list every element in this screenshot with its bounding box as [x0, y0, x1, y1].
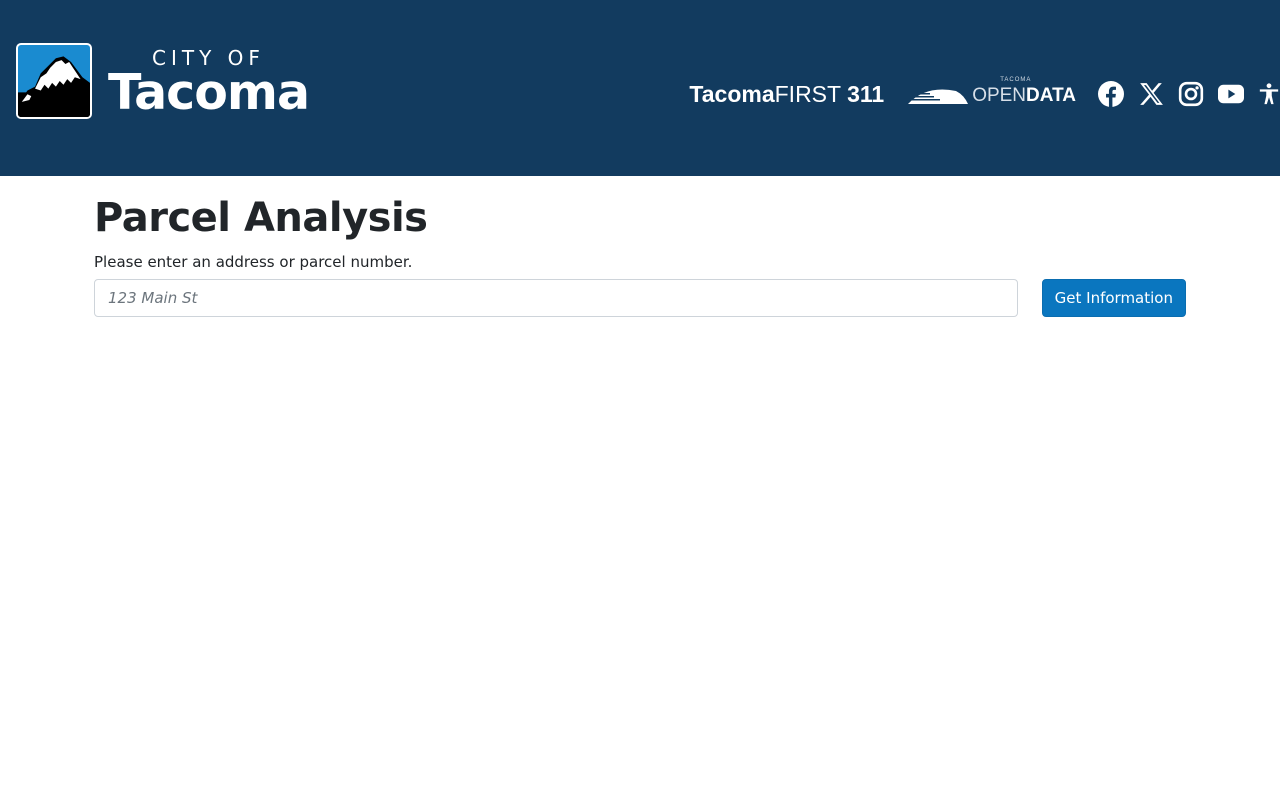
site-header: CITY OF Tacoma Tacoma FIRST 311 TACOMA OPE…: [0, 0, 1280, 176]
tacoma-first-311-link[interactable]: Tacoma FIRST 311: [689, 81, 884, 108]
open-data-wordmark: TACOMA OPENDATA: [972, 77, 1076, 107]
open-data-data: DATA: [1026, 85, 1076, 106]
search-instructions: Please enter an address or parcel number…: [94, 253, 413, 271]
accessibility-link[interactable]: [1258, 81, 1280, 107]
social-links: [1098, 81, 1280, 107]
tacoma-open-data-link[interactable]: TACOMA OPENDATA: [906, 77, 1076, 107]
city-of-tacoma-logo[interactable]: CITY OF Tacoma: [16, 40, 336, 122]
open-data-dome-icon: [906, 89, 969, 104]
youtube-link[interactable]: [1218, 81, 1244, 107]
instagram-icon: [1178, 81, 1204, 107]
search-row: Get Information: [94, 279, 1186, 317]
get-information-button[interactable]: Get Information: [1041, 279, 1186, 317]
tacoma-first-311-part1: Tacoma: [689, 80, 775, 107]
open-data-small-label: TACOMA: [1000, 77, 1032, 83]
x-twitter-link[interactable]: [1138, 81, 1164, 107]
open-data-open: OPEN: [972, 85, 1027, 106]
main-content: Parcel Analysis Please enter an address …: [94, 176, 1186, 317]
logo-tacoma: Tacoma: [108, 63, 310, 121]
logo-wordmark: CITY OF Tacoma: [108, 46, 310, 121]
accessibility-icon: [1259, 83, 1279, 105]
tacoma-first-311-part2: FIRST: [774, 80, 842, 107]
instagram-link[interactable]: [1178, 81, 1204, 107]
youtube-icon: [1218, 84, 1244, 104]
tacoma-first-311-part3: 311: [847, 80, 885, 107]
facebook-icon: [1098, 81, 1124, 107]
x-icon: [1140, 83, 1163, 105]
address-parcel-input[interactable]: [94, 279, 1018, 317]
facebook-link[interactable]: [1098, 81, 1124, 107]
page-title: Parcel Analysis: [94, 195, 428, 241]
mountain-logo-icon: [16, 43, 92, 119]
header-links: Tacoma FIRST 311 TACOMA OPENDATA: [689, 77, 1280, 110]
